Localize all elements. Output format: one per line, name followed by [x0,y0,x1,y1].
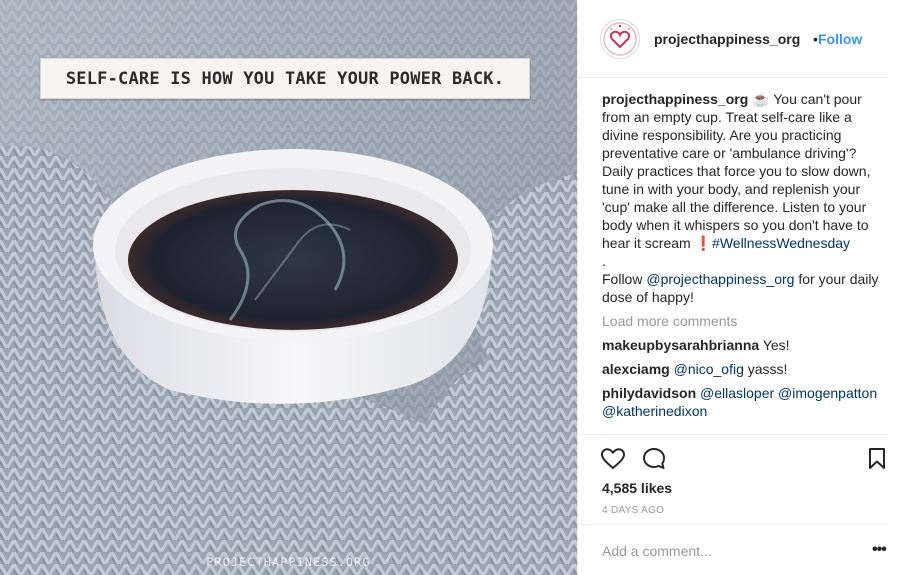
comment-mention[interactable]: @imogenpatton [778,385,877,401]
comment-username[interactable]: philydavidson [602,385,696,401]
comment-username[interactable]: alexciamg [602,361,670,377]
comments-list[interactable]: projecthappiness_org ☕ You can't pour fr… [602,90,887,434]
caption-follow-line: Follow @projecthappiness_org for your da… [602,270,887,306]
comment-text: Yes! [762,337,790,353]
likes-count[interactable]: 4,585 likes [602,480,672,496]
heart-logo-icon [603,22,637,56]
exclamation-emoji-icon: ❗ [694,235,713,251]
post-image[interactable]: SELF-CARE IS HOW YOU TAKE YOUR POWER BAC… [0,0,577,575]
post-header: projecthappiness_org • Follow [578,0,888,78]
add-comment-bar: ••• [578,524,888,575]
comment-mention[interactable]: @katherinedixon [602,403,707,419]
comment-button[interactable] [641,446,667,472]
coffee-emoji-icon: ☕ [752,91,770,107]
more-options-icon[interactable]: ••• [872,542,887,558]
quote-text: SELF-CARE IS HOW YOU TAKE YOUR POWER BAC… [65,68,505,89]
caption-follow-prefix: Follow [602,271,647,287]
bookmark-icon [869,448,885,469]
comment-row: alexciamg @nico_ofig yasss! [602,360,887,378]
follow-button[interactable]: Follow [818,31,862,47]
comment-row: makeupbysarahbrianna Yes! [602,336,887,354]
avatar[interactable] [600,19,640,59]
add-comment-input[interactable] [602,542,842,560]
heart-icon [601,448,625,469]
post-date: 4 DAYS AGO [602,505,665,516]
post-side-panel: projecthappiness_org • Follow projecthap… [577,0,911,575]
comment-username[interactable]: makeupbysarahbrianna [602,337,759,353]
quote-banner: SELF-CARE IS HOW YOU TAKE YOUR POWER BAC… [40,58,530,99]
comment-bubble-icon [643,448,665,469]
caption: projecthappiness_org ☕ You can't pour fr… [602,90,887,306]
load-more-comments-button[interactable]: Load more comments [602,312,887,330]
comment-text: yasss! [743,361,788,377]
comment-row: philydavidson @ellasloper @imogenpatton … [602,384,887,420]
save-button[interactable] [864,446,890,472]
caption-dot-line: . [602,253,606,269]
comment-mention[interactable]: @nico_ofig [674,361,744,377]
comment-mention[interactable]: @ellasloper [700,385,774,401]
caption-text: You can't pour from an empty cup. Treat … [602,91,871,251]
header-username[interactable]: projecthappiness_org [654,31,800,47]
like-button[interactable] [600,446,626,472]
hashtag-link[interactable]: #WellnessWednesday [712,235,850,251]
caption-username[interactable]: projecthappiness_org [602,91,748,107]
image-watermark: PROJECTHAPPINESS.ORG [206,555,371,569]
mention-link[interactable]: @projecthappiness_org [646,271,794,287]
post-actions: 4,585 likes 4 DAYS AGO [578,434,888,524]
